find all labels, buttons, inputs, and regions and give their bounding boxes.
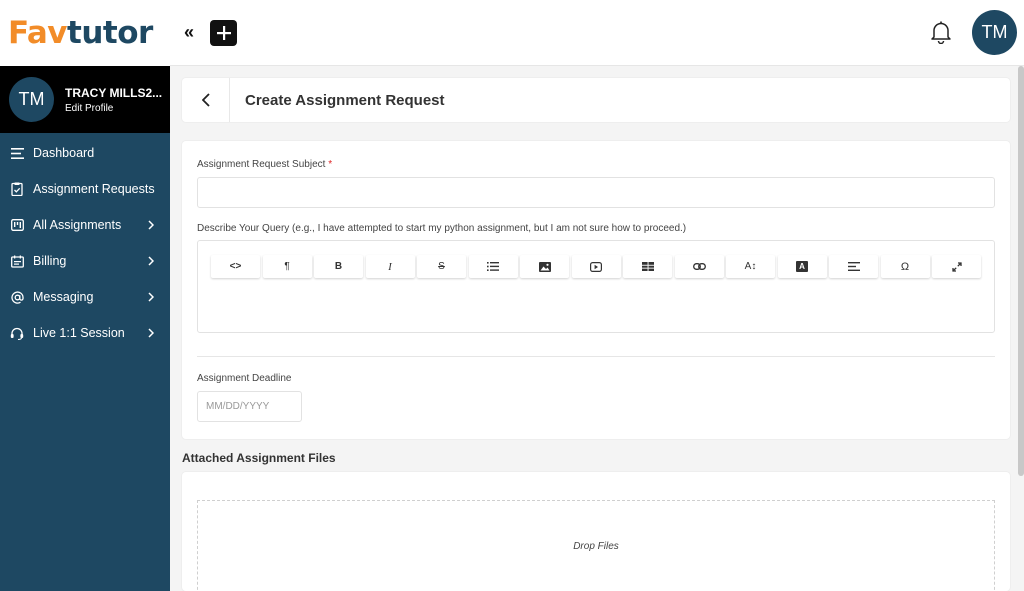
text-color-button[interactable]: A (777, 255, 827, 278)
deadline-label: Assignment Deadline (197, 373, 292, 384)
paragraph-icon: ¶ (284, 261, 290, 272)
file-dropzone[interactable]: Drop Files (197, 500, 995, 591)
kanban-icon (10, 218, 24, 232)
special-char-button[interactable]: Ω (880, 255, 930, 278)
subject-label-text: Assignment Request Subject (197, 159, 326, 170)
sidebar-item-label: Messaging (33, 290, 94, 304)
sidebar-item-live-session[interactable]: Live 1:1 Session (0, 315, 170, 351)
chevron-right-icon (148, 328, 156, 338)
bullet-list-icon (487, 262, 499, 271)
query-label: Describe Your Query (e.g., I have attemp… (197, 223, 687, 234)
favtutor-logo[interactable]: Favtutor (8, 14, 153, 51)
new-request-button[interactable] (210, 20, 237, 46)
sidebar-item-label: All Assignments (33, 218, 122, 232)
editor-toolbar: <> ¶ B I S A↕ A Ω (211, 255, 984, 278)
logo-v: v (47, 14, 67, 51)
insert-link-button[interactable] (674, 255, 724, 278)
logo-fa: Fa (8, 14, 48, 51)
insert-table-button[interactable] (623, 255, 672, 278)
chevron-right-icon (148, 256, 156, 266)
image-icon (538, 261, 551, 272)
bullet-list-button[interactable] (468, 255, 518, 278)
sidebar-item-label: Assignment Requests (33, 182, 155, 196)
deadline-input[interactable] (197, 391, 302, 422)
text-color-icon: A (796, 261, 808, 272)
sidebar-item-dashboard[interactable]: Dashboard (0, 135, 170, 171)
table-icon (641, 262, 654, 271)
sidebar-item-billing[interactable]: Billing (0, 243, 170, 279)
link-icon (692, 263, 706, 270)
italic-button[interactable]: I (365, 255, 415, 278)
fullscreen-button[interactable] (932, 255, 981, 278)
subject-label: Assignment Request Subject * (197, 159, 332, 170)
sidebar-item-assignment-requests[interactable]: Assignment Requests (0, 171, 170, 207)
font-size-icon: A↕ (744, 261, 757, 272)
insert-video-button[interactable] (571, 255, 621, 278)
italic-icon: I (388, 260, 392, 273)
rich-text-editor[interactable]: <> ¶ B I S A↕ A Ω (197, 240, 995, 333)
profile-block[interactable]: TM TRACY MILLS2... Edit Profile (0, 66, 170, 133)
page-title: Create Assignment Request (245, 91, 445, 109)
chevron-right-icon (148, 220, 156, 230)
insert-image-button[interactable] (520, 255, 569, 278)
attached-files-heading: Attached Assignment Files (182, 451, 336, 465)
back-button[interactable] (182, 78, 230, 122)
bold-icon: B (334, 261, 343, 272)
chevron-left-icon (201, 93, 210, 107)
at-sign-icon (10, 290, 24, 304)
code-view-button[interactable]: <> (211, 255, 260, 278)
receipt-icon (10, 254, 24, 268)
avatar: TM (9, 77, 54, 122)
collapse-sidebar-button[interactable]: « (184, 23, 194, 41)
headset-icon (10, 326, 24, 340)
plus-icon (216, 26, 231, 40)
sidebar-item-all-assignments[interactable]: All Assignments (0, 207, 170, 243)
sidebar-item-label: Dashboard (33, 146, 95, 160)
top-bar: « TM (170, 0, 1024, 66)
font-size-button[interactable]: A↕ (726, 255, 775, 278)
bold-button[interactable]: B (314, 255, 363, 278)
expand-icon (951, 261, 962, 272)
page-header: Create Assignment Request (182, 78, 1010, 122)
logo-area: Favtutor (0, 0, 170, 66)
edit-profile-link[interactable]: Edit Profile (65, 103, 162, 114)
paragraph-button[interactable]: ¶ (262, 255, 312, 278)
omega-icon: Ω (900, 260, 910, 273)
chevron-right-icon (148, 292, 156, 302)
logo-tutor: tutor (67, 14, 153, 51)
sidebar-item-messaging[interactable]: Messaging (0, 279, 170, 315)
sidebar: Favtutor TM TRACY MILLS2... Edit Profile… (0, 0, 170, 591)
video-icon (590, 261, 602, 272)
profile-name: TRACY MILLS2... (65, 85, 163, 100)
notification-bell-icon[interactable] (930, 20, 952, 45)
page-scrollbar[interactable] (1018, 66, 1024, 476)
hamburger-icon (10, 146, 24, 160)
assignment-form: Assignment Request Subject * Describe Yo… (182, 141, 1010, 439)
strikethrough-button[interactable]: S (417, 255, 466, 278)
attached-files-card: Drop Files (182, 472, 1010, 591)
sidebar-item-label: Billing (33, 254, 67, 268)
user-avatar[interactable]: TM (972, 10, 1017, 55)
required-asterisk: * (328, 159, 333, 170)
clipboard-check-icon (10, 182, 24, 196)
sidebar-nav: Dashboard Assignment Requests All Assign… (0, 133, 170, 351)
code-view-icon: <> (229, 261, 242, 272)
align-button[interactable] (829, 255, 878, 278)
sidebar-item-label: Live 1:1 Session (33, 326, 125, 340)
profile-text: TRACY MILLS2... Edit Profile (65, 86, 162, 114)
strikethrough-icon: S (438, 261, 445, 272)
form-divider (197, 356, 995, 357)
align-left-icon (847, 262, 860, 271)
subject-input[interactable] (197, 177, 995, 208)
drop-files-label: Drop Files (573, 541, 619, 552)
